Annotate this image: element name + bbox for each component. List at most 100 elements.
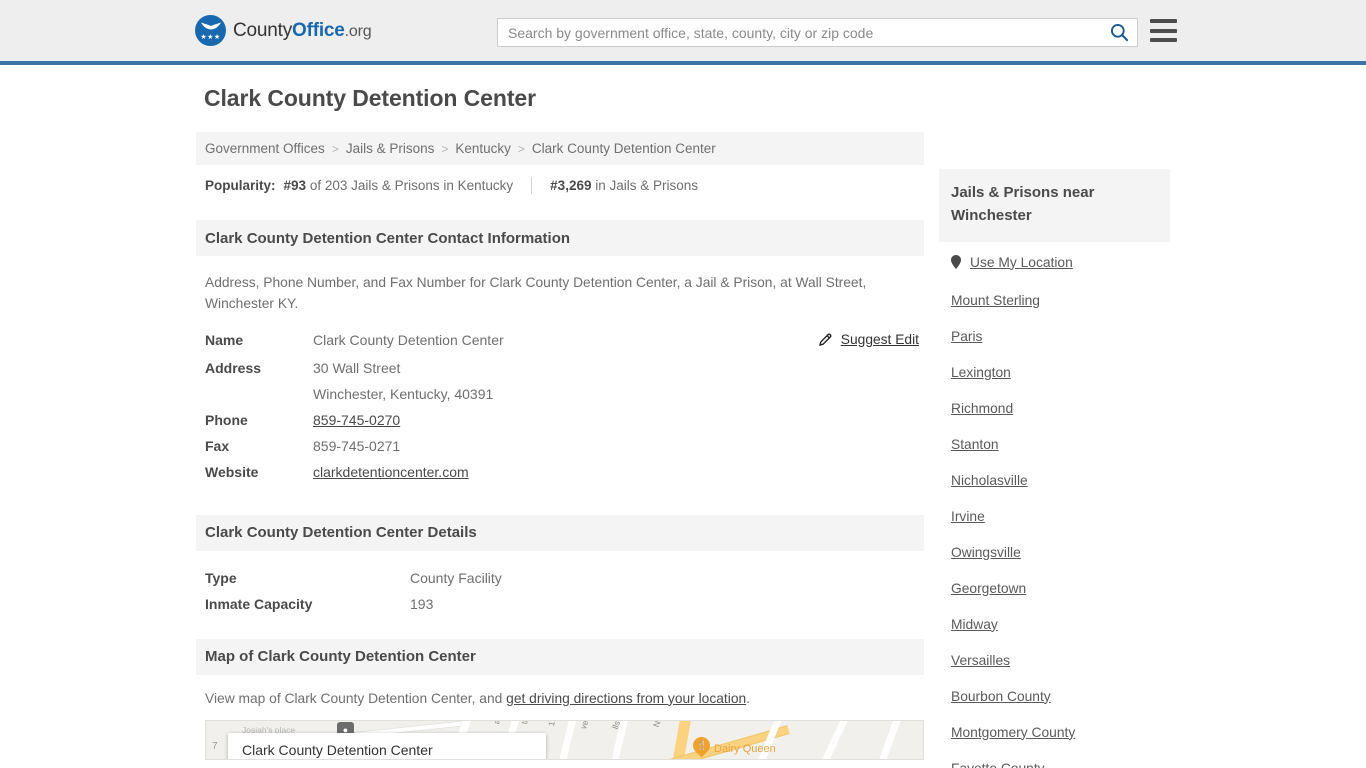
table-row: Winchester, Kentucky, 40391	[196, 381, 924, 407]
map-description-suffix: .	[746, 690, 751, 706]
sidebar-item-montgomery-county[interactable]: Montgomery County	[951, 714, 1158, 750]
menu-bar-1	[1150, 19, 1177, 23]
sidebar-item-fayette-county[interactable]: Fayette County	[951, 750, 1158, 768]
restaurant-glyph: 🍴	[695, 739, 708, 750]
sidebar-item-richmond[interactable]: Richmond	[951, 390, 1158, 426]
map-label: 1.	[546, 719, 558, 727]
map-road	[556, 720, 579, 759]
eagle-seal-icon: ★★★	[195, 15, 226, 46]
contact-value-address-line1: 30 Wall Street	[313, 359, 401, 376]
breadcrumb-item-current: Clark County Detention Center	[531, 141, 716, 156]
edit-pencil-icon	[818, 333, 832, 346]
details-section-heading: Clark County Detention Center Details	[196, 514, 924, 551]
sidebar-link[interactable]: Bourbon County	[951, 689, 1051, 704]
sidebar-link[interactable]: Owingsville	[951, 545, 1021, 560]
sidebar-item-paris[interactable]: Paris	[951, 318, 1158, 354]
sidebar-item-nicholasville[interactable]: Nicholasville	[951, 462, 1158, 498]
sidebar-item-midway[interactable]: Midway	[951, 606, 1158, 642]
site-logo[interactable]: ★★★ CountyOffice.org	[195, 15, 372, 46]
contact-table: Name Clark County Detention Center Sugge…	[196, 327, 924, 485]
driving-directions-link[interactable]: get driving directions from your locatio…	[506, 691, 746, 706]
breadcrumb-item-jails-prisons[interactable]: Jails & Prisons	[346, 141, 435, 156]
popularity-national-rank: #3,269 in Jails & Prisons	[550, 178, 698, 193]
sidebar-heading: Jails & Prisons near Winchester	[939, 169, 1170, 242]
sidebar-item-stanton[interactable]: Stanton	[951, 426, 1158, 462]
breadcrumb-separator: >	[517, 141, 525, 156]
suggest-edit-cell: Suggest Edit	[703, 327, 924, 355]
map-info-card[interactable]: Clark County Detention Center	[228, 732, 546, 759]
popularity-state-rank-number: #93	[283, 178, 307, 193]
suggest-edit-label: Suggest Edit	[840, 331, 919, 347]
sidebar-list: Use My Location Mount Sterling Paris Lex…	[939, 242, 1170, 768]
sidebar-item-lexington[interactable]: Lexington	[951, 354, 1158, 390]
contact-key-phone: Phone	[205, 411, 248, 428]
sidebar-link[interactable]: Versailles	[951, 653, 1010, 668]
sidebar-link[interactable]: Fayette County	[951, 761, 1045, 768]
details-key-type: Type	[205, 569, 237, 586]
breadcrumb-item-government-offices[interactable]: Government Offices	[205, 141, 325, 156]
contact-value-name: Clark County Detention Center	[313, 331, 504, 348]
details-value-inmate-capacity: 193	[410, 595, 434, 612]
sidebar-link[interactable]: Montgomery County	[951, 725, 1075, 740]
sidebar-link[interactable]: Georgetown	[951, 581, 1026, 596]
sidebar-link[interactable]: Richmond	[951, 401, 1013, 416]
sidebar-item-owingsville[interactable]: Owingsville	[951, 534, 1158, 570]
contact-value-address-line2: Winchester, Kentucky, 40391	[313, 385, 494, 402]
popularity-label: Popularity:	[205, 178, 276, 193]
map-label: N Maple	[651, 721, 671, 728]
contact-value-website-cell: clarkdetentioncenter.com	[304, 459, 703, 485]
map-road	[873, 720, 906, 759]
logo-stars: ★★★	[200, 34, 221, 41]
popularity-national-rank-suffix: in Jails & Prisons	[595, 178, 699, 193]
website-link[interactable]: clarkdetentioncenter.com	[313, 464, 469, 480]
contact-key-fax: Fax	[205, 437, 230, 454]
sidebar-link[interactable]: Nicholasville	[951, 473, 1028, 488]
table-row: Phone 859-745-0270	[196, 407, 924, 433]
logo-text-county: County	[233, 19, 293, 41]
breadcrumb-item-kentucky[interactable]: Kentucky	[455, 141, 511, 156]
sidebar-item-georgetown[interactable]: Georgetown	[951, 570, 1158, 606]
table-row: Type County Facility	[196, 565, 924, 591]
popularity-national-rank-number: #3,269	[550, 178, 592, 193]
empty-cell	[703, 407, 924, 433]
map-label: ver !	[578, 719, 594, 731]
search-icon	[1110, 23, 1128, 42]
logo-wordmark: CountyOffice.org	[233, 19, 372, 42]
search-bar	[497, 18, 1138, 47]
sidebar-link[interactable]: Lexington	[951, 365, 1011, 380]
page-title: Clark County Detention Center	[204, 85, 536, 111]
table-row: Name Clark County Detention Center Sugge…	[196, 327, 924, 355]
use-my-location-link[interactable]: Use My Location	[970, 255, 1073, 270]
empty-key	[196, 381, 304, 407]
sidebar-link[interactable]: Paris	[951, 329, 982, 344]
popularity-state-rank-suffix: of 203 Jails & Prisons in Kentucky	[309, 178, 514, 193]
map-label: an	[491, 721, 503, 725]
sidebar-item-irvine[interactable]: Irvine	[951, 498, 1158, 534]
search-input[interactable]	[498, 19, 1101, 46]
sidebar-item-mount-sterling[interactable]: Mount Sterling	[951, 282, 1158, 318]
sidebar-link[interactable]: Mount Sterling	[951, 293, 1040, 308]
sidebar-item-versailles[interactable]: Versailles	[951, 642, 1158, 678]
map-section-heading: Map of Clark County Detention Center	[196, 638, 924, 675]
empty-cell	[703, 459, 924, 485]
details-key-inmate-capacity: Inmate Capacity	[205, 595, 313, 612]
hamburger-menu-icon[interactable]	[1150, 19, 1177, 42]
phone-link[interactable]: 859-745-0270	[313, 412, 400, 428]
empty-cell	[703, 381, 924, 407]
suggest-edit-link[interactable]: Suggest Edit	[818, 332, 919, 347]
map-embed[interactable]: Josiah's place an tu 1. ver ! lls Alley …	[205, 719, 924, 760]
sidebar-link[interactable]: Stanton	[951, 437, 999, 452]
sidebar-item-bourbon-county[interactable]: Bourbon County	[951, 678, 1158, 714]
breadcrumb: Government Offices > Jails & Prisons > K…	[196, 132, 924, 165]
table-row: Fax 859-745-0271	[196, 433, 924, 459]
table-row: Address 30 Wall Street	[196, 355, 924, 381]
search-button[interactable]	[1101, 19, 1137, 46]
sidebar-link[interactable]: Irvine	[951, 509, 985, 524]
logo-text-office: Office	[292, 19, 345, 41]
sidebar-link[interactable]: Midway	[951, 617, 998, 632]
popularity-divider	[531, 177, 533, 194]
details-value-type: County Facility	[410, 569, 502, 586]
sidebar-item-use-my-location[interactable]: Use My Location	[951, 242, 1158, 282]
map-road	[816, 720, 853, 759]
map-label: 7	[212, 740, 218, 752]
